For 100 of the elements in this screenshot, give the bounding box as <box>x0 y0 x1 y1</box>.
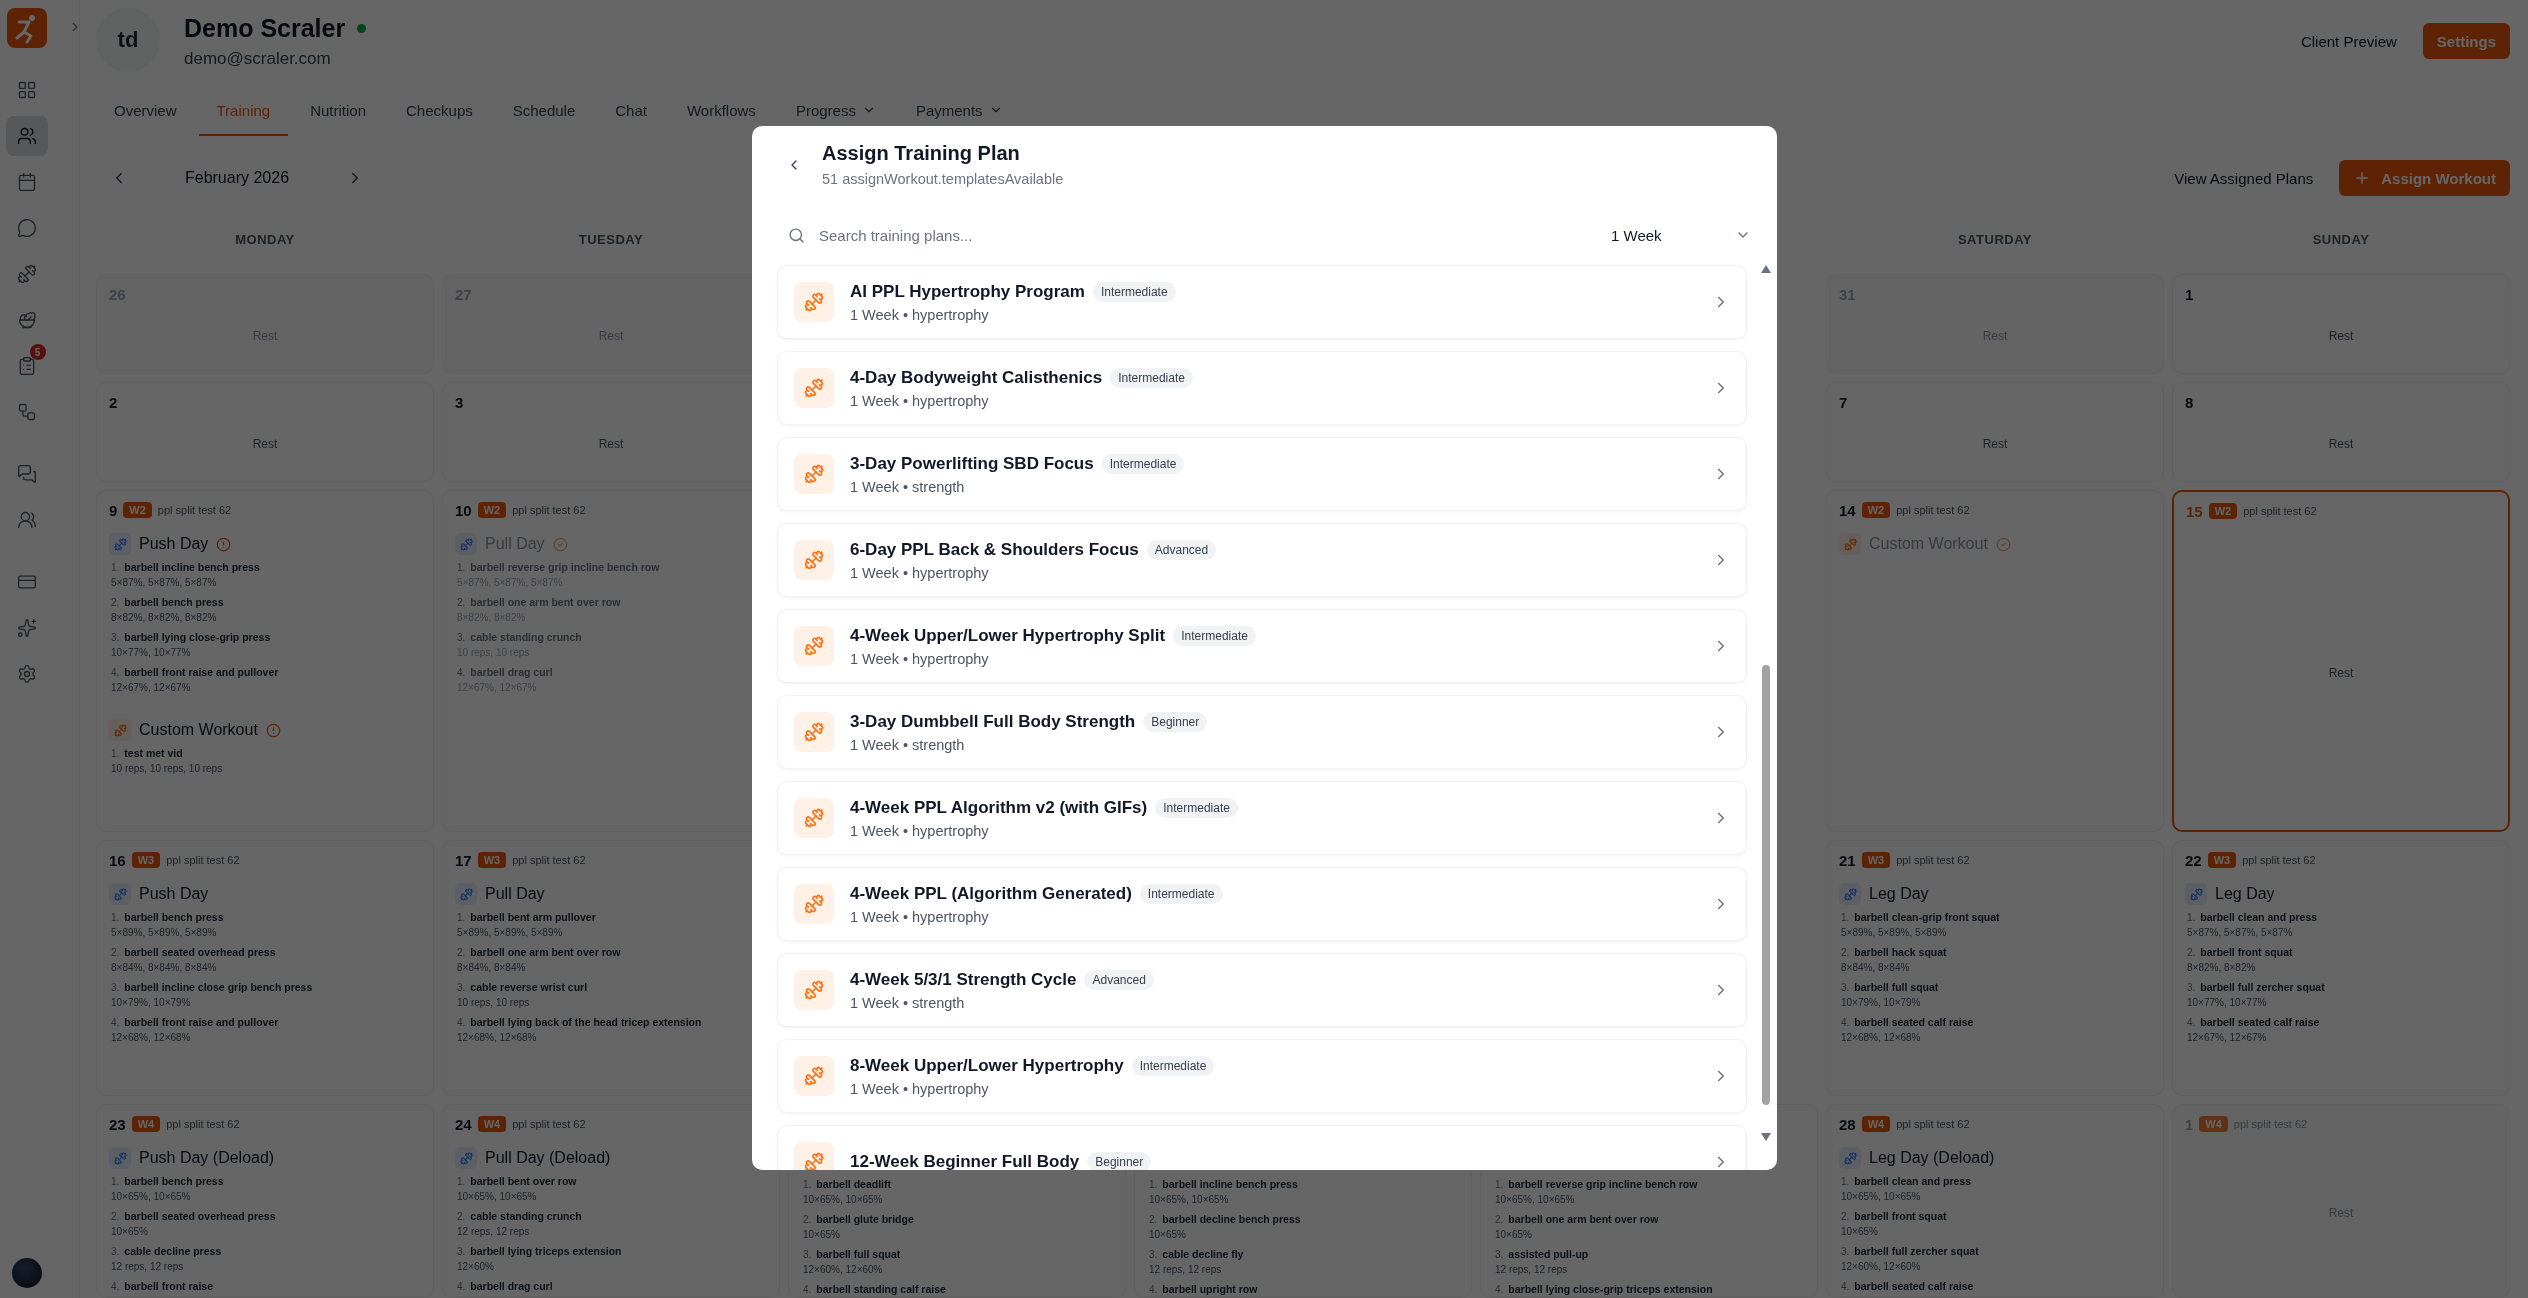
primary-button[interactable]: Assign Workout <box>2339 160 2510 196</box>
workout-title[interactable]: Pull Day <box>485 885 545 903</box>
day-cell[interactable]: 1 Rest <box>2172 274 2510 374</box>
primary-button[interactable]: Settings <box>2422 23 2510 59</box>
tab[interactable]: Schedule <box>494 86 594 136</box>
plan-card[interactable]: 4-Week PPL (Algorithm Generated) Intermediate 1 Week • hypertrophy <box>777 867 1747 941</box>
day-cell[interactable] <box>96 840 434 1096</box>
exercise-sets: 10×65% <box>803 1228 841 1242</box>
week-badge: W3 <box>1861 852 1891 868</box>
exercise-name: 4. barbell seated calf raise <box>1841 1279 1975 1294</box>
dumbbell-icon <box>794 540 834 580</box>
plan-title: 3-Day Dumbbell Full Body Strength <box>850 711 1136 732</box>
day-cell[interactable] <box>96 490 434 832</box>
plan-title: AI PPL Hypertrophy Program <box>850 281 1085 302</box>
tab[interactable]: Checkups <box>388 86 491 136</box>
client-name: Demo Scraler <box>184 14 346 43</box>
exercise-sets: 10×65% <box>111 1225 149 1239</box>
plan-meta: 1 Week • hypertrophy <box>850 822 990 839</box>
month-label: February 2026 <box>183 169 291 187</box>
tab[interactable]: Chat <box>597 86 665 136</box>
workflow-icon <box>16 402 37 422</box>
exercise-sets: 12×67%, 12×67% <box>111 681 192 695</box>
exercise-sets: 12 reps, 12 reps <box>1495 1263 1569 1277</box>
week-badge: W2 <box>1861 502 1891 518</box>
exercise-name: 3. cable standing crunch <box>457 630 583 645</box>
workout-title[interactable]: Push Day <box>139 535 209 553</box>
exercise-sets: 10×65%, 10×65% <box>111 1190 192 1204</box>
scroll-down-icon[interactable] <box>1761 1133 1771 1141</box>
workout-title[interactable]: Leg Day <box>1869 885 1929 903</box>
plan-meta: 1 Week • hypertrophy <box>850 650 990 667</box>
day-cell[interactable]: 8 Rest <box>2172 382 2510 482</box>
exercise-name: 4. barbell drag curl <box>457 665 554 680</box>
exercise-name: 4. barbell lying close-grip triceps extension <box>1495 1282 1714 1297</box>
plan-card[interactable]: 8-Week Upper/Lower Hypertrophy Intermediate 1 Week • hypertrophy <box>777 1039 1747 1113</box>
day-cell[interactable]: 15 W2 ppl split test 62 Rest <box>2172 490 2510 832</box>
scroll-up-icon[interactable] <box>1761 265 1771 273</box>
sidebar-item[interactable]: 5 <box>5 346 48 386</box>
exercise-sets: 12×68%, 12×68% <box>457 1031 538 1045</box>
tab[interactable]: Overview <box>96 86 195 136</box>
plan-card[interactable]: 4-Day Bodyweight Calisthenics Intermediate 1 Week • hypertrophy <box>777 351 1747 425</box>
exercise-sets: 8×84%, 8×84%, 8×84% <box>111 961 218 975</box>
tab[interactable]: Workflows <box>668 86 774 136</box>
exercise-sets: 12×60%, 12×60% <box>803 1263 884 1277</box>
workout-title[interactable]: Leg Day <box>2215 885 2275 903</box>
plan-card[interactable]: 4-Week 5/3/1 Strength Cycle Advanced 1 Week • strength <box>777 953 1747 1027</box>
rest-label: Rest <box>2328 329 2354 343</box>
sidebar-item[interactable] <box>5 116 48 156</box>
plan-title: 3-Day Powerlifting SBD Focus <box>850 453 1094 474</box>
plan-card[interactable]: AI PPL Hypertrophy Program Intermediate 1 Week • hypertrophy <box>777 265 1747 339</box>
day-number: 8 <box>2185 393 2194 411</box>
tab[interactable]: Progress <box>777 86 894 136</box>
user-avatar[interactable] <box>11 1258 42 1288</box>
workout-title[interactable]: Custom Workout <box>139 721 258 739</box>
plan-card[interactable]: 3-Day Dumbbell Full Body Strength Beginner 1 Week • strength <box>777 695 1747 769</box>
plan-card[interactable]: 3-Day Powerlifting SBD Focus Intermediate 1 Week • strength <box>777 437 1747 511</box>
level-tag: Advanced <box>1084 969 1154 990</box>
day-cell[interactable]: 2 Rest <box>96 382 434 482</box>
grid-icon <box>16 80 37 100</box>
plan-name: ppl split test 62 <box>2243 505 2317 517</box>
exercise-name: 3. barbell lying close-grip press <box>111 630 272 645</box>
exercise-sets: 12×68%, 12×68% <box>111 1031 192 1045</box>
text-button[interactable]: View Assigned Plans <box>2162 160 2326 196</box>
tab[interactable]: Training <box>198 86 289 136</box>
plan-name: ppl split test 62 <box>512 504 586 516</box>
plan-name: ppl split test 62 <box>512 854 586 866</box>
plan-card[interactable]: 6-Day PPL Back & Shoulders Focus Advanced 1 Week • hypertrophy <box>777 523 1747 597</box>
plan-card[interactable]: 4-Week Upper/Lower Hypertrophy Split Intermediate 1 Week • hypertrophy <box>777 609 1747 683</box>
text-button[interactable]: Client Preview <box>2288 23 2409 59</box>
tab[interactable]: Nutrition <box>292 86 384 136</box>
workout-title[interactable]: Pull Day (Deload) <box>485 1149 611 1167</box>
level-tag: Intermediate <box>1155 797 1238 818</box>
scrollbar-thumb[interactable] <box>1762 665 1770 1105</box>
app-logo[interactable] <box>6 8 47 48</box>
week-badge: W2 <box>477 502 507 518</box>
sparkles-icon <box>16 618 37 638</box>
exercise-sets: 12 reps, 12 reps <box>457 1225 531 1239</box>
tab[interactable]: Payments <box>897 86 1021 136</box>
plan-name: ppl split test 62 <box>1896 854 1970 866</box>
exercise-name: 3. barbell full zercher squat <box>2187 980 2326 995</box>
plan-meta: 1 Week • strength <box>850 736 966 753</box>
exercise-sets: 10×65%, 10×65% <box>1149 1193 1230 1207</box>
plan-title: 8-Week Upper/Lower Hypertrophy <box>850 1055 1124 1076</box>
search-icon <box>788 226 805 244</box>
exercise-sets: 12×67%, 12×67% <box>2187 1031 2268 1045</box>
level-tag: Beginner <box>1143 711 1208 732</box>
day-number: 9 <box>109 501 118 519</box>
plan-meta: 1 Week • strength <box>850 994 966 1011</box>
workout-title[interactable]: Push Day (Deload) <box>139 1149 275 1167</box>
day-number: 14 <box>1839 501 1856 519</box>
day-cell[interactable] <box>2172 840 2510 1096</box>
day-cell[interactable]: 7 Rest <box>1826 382 2164 482</box>
workout-title[interactable]: Push Day <box>139 885 209 903</box>
workout-title[interactable]: Leg Day (Deload) <box>1869 1149 1995 1167</box>
plan-title: 4-Day Bodyweight Calisthenics <box>850 367 1103 388</box>
duration-select[interactable]: 1 Week <box>1601 216 1761 254</box>
day-cell[interactable] <box>1826 840 2164 1096</box>
plan-card[interactable]: 4-Week PPL Algorithm v2 (with GIFs) Intermediate 1 Week • hypertrophy <box>777 781 1747 855</box>
plan-card[interactable]: 12-Week Beginner Full Body Beginner <box>777 1125 1747 1170</box>
search-field[interactable]: Search training plans... <box>817 225 1601 245</box>
level-tag: Intermediate <box>1101 453 1185 474</box>
